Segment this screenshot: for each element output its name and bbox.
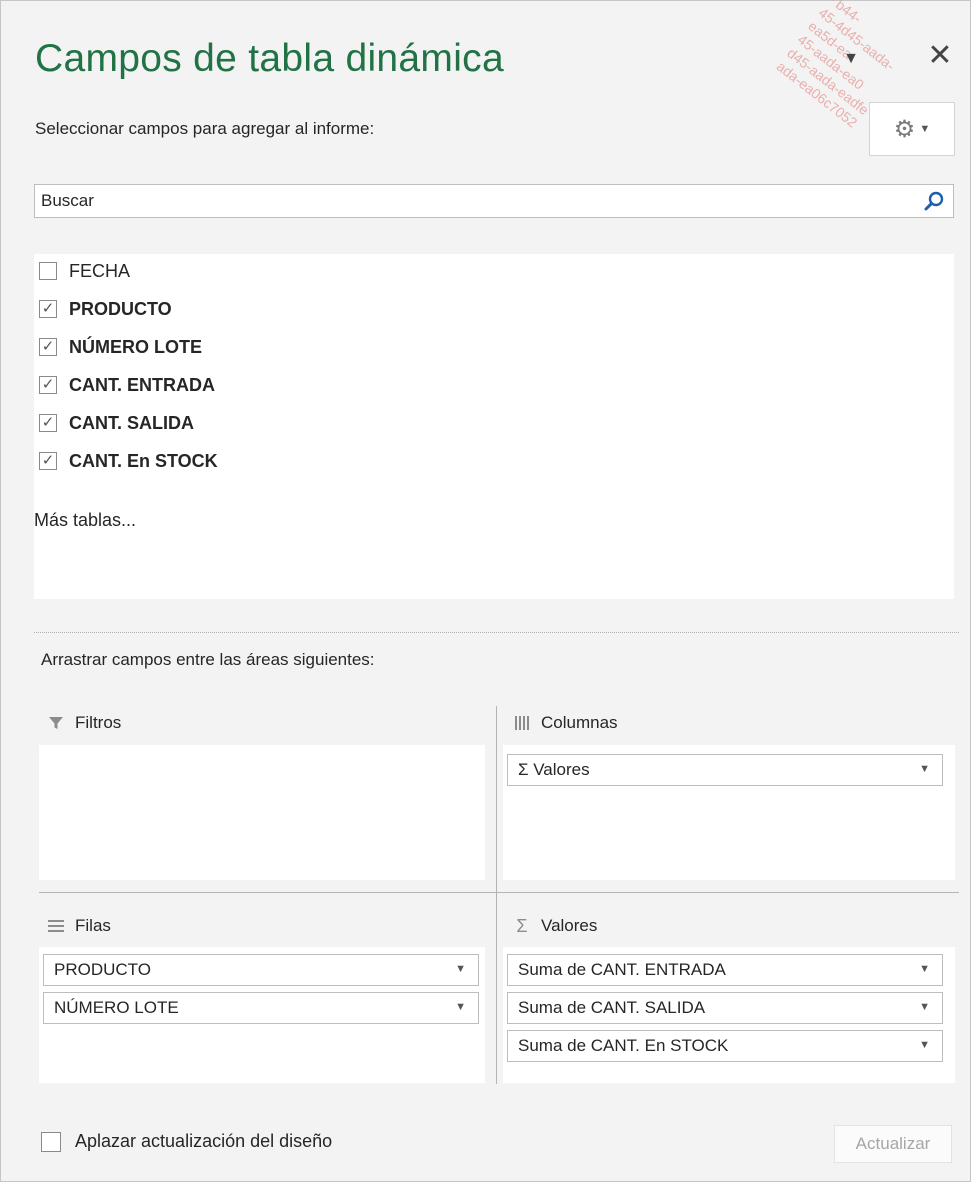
checkmark-icon: ✓ [41, 376, 55, 393]
search-box [34, 184, 954, 218]
field-label: CANT. ENTRADA [69, 374, 215, 395]
section-divider [34, 632, 959, 633]
update-button[interactable]: Actualizar [834, 1125, 952, 1163]
close-button[interactable]: ✕ [925, 41, 955, 71]
defer-layout-label: Aplazar actualización del diseño [75, 1131, 333, 1151]
columns-area-header: Columnas [513, 713, 618, 733]
chevron-down-icon: ▼ [919, 123, 931, 135]
sigma-icon: Σ [516, 915, 528, 936]
field-checkbox[interactable]: ✓ [39, 414, 57, 432]
filters-area-label: Filtros [75, 713, 122, 732]
field-label: PRODUCTO [69, 298, 172, 319]
defer-layout-update[interactable]: Aplazar actualización del diseño [41, 1131, 332, 1152]
close-icon: ✕ [927, 39, 953, 72]
field-checkbox[interactable]: ✓ [39, 300, 57, 318]
rows-area-header: Filas [47, 916, 111, 936]
chip-label: Suma de CANT. En STOCK [518, 1036, 729, 1055]
areas-horizontal-divider [39, 892, 959, 893]
chip-label: Σ Valores [518, 760, 590, 779]
chip-label: NÚMERO LOTE [54, 998, 179, 1017]
values-area-header: Σ Valores [513, 916, 597, 936]
field-item-producto[interactable]: ✓ PRODUCTO [39, 298, 172, 320]
field-item-cant-salida[interactable]: ✓ CANT. SALIDA [39, 412, 194, 434]
rows-icon [47, 918, 65, 934]
field-item-cant-en-stock[interactable]: ✓ CANT. En STOCK [39, 450, 218, 472]
chip-label: Suma de CANT. SALIDA [518, 998, 706, 1017]
filter-icon [47, 715, 65, 731]
field-label: CANT. En STOCK [69, 450, 218, 471]
task-pane-options-button[interactable]: ▼ [839, 47, 863, 71]
field-list: FECHA ✓ PRODUCTO ✓ NÚMERO LOTE ✓ CANT. E… [34, 254, 954, 599]
field-item-fecha[interactable]: FECHA [39, 260, 130, 282]
rows-field-chip[interactable]: NÚMERO LOTE ▼ [43, 992, 479, 1024]
field-checkbox[interactable]: ✓ [39, 452, 57, 470]
chevron-down-icon[interactable]: ▼ [919, 1001, 930, 1013]
pivot-field-list-pane: Campos de tabla dinámica - b44- 45-4d45-… [0, 0, 971, 1182]
field-checkbox[interactable] [39, 262, 57, 280]
pane-title: Campos de tabla dinámica [35, 37, 504, 80]
field-label: FECHA [69, 260, 131, 281]
gear-icon: ⚙ [893, 115, 916, 143]
chevron-down-icon: ▼ [843, 50, 859, 67]
chevron-down-icon[interactable]: ▼ [455, 963, 466, 975]
rows-drop-area[interactable]: PRODUCTO ▼ NÚMERO LOTE ▼ [39, 947, 485, 1083]
values-area-label: Valores [541, 916, 598, 935]
columns-drop-area[interactable]: Σ Valores ▼ [503, 745, 955, 880]
areas-vertical-divider [496, 706, 497, 1084]
rows-field-chip[interactable]: PRODUCTO ▼ [43, 954, 479, 986]
choose-fields-label: Seleccionar campos para agregar al infor… [35, 119, 375, 138]
tools-button[interactable]: ⚙ ▼ [869, 102, 955, 156]
field-item-numero-lote[interactable]: ✓ NÚMERO LOTE [39, 336, 202, 358]
checkmark-icon: ✓ [41, 300, 55, 317]
rows-area-label: Filas [75, 916, 111, 935]
chevron-down-icon[interactable]: ▼ [455, 1001, 466, 1013]
defer-layout-checkbox[interactable] [41, 1131, 61, 1152]
field-item-cant-entrada[interactable]: ✓ CANT. ENTRADA [39, 374, 215, 396]
chevron-down-icon[interactable]: ▼ [919, 1039, 930, 1051]
filters-drop-area[interactable] [39, 745, 485, 880]
values-field-chip[interactable]: Suma de CANT. En STOCK ▼ [507, 1030, 943, 1062]
field-checkbox[interactable]: ✓ [39, 376, 57, 394]
checkmark-icon: ✓ [41, 452, 55, 469]
field-label: NÚMERO LOTE [69, 336, 202, 357]
values-field-chip[interactable]: Suma de CANT. SALIDA ▼ [507, 992, 943, 1024]
field-label: CANT. SALIDA [69, 412, 194, 433]
search-input[interactable] [35, 185, 915, 217]
columns-icon [513, 715, 531, 731]
values-field-chip[interactable]: Suma de CANT. ENTRADA ▼ [507, 954, 943, 986]
columns-area-label: Columnas [541, 713, 618, 732]
field-checkbox[interactable]: ✓ [39, 338, 57, 356]
chevron-down-icon[interactable]: ▼ [919, 963, 930, 975]
chip-label: PRODUCTO [54, 960, 151, 979]
checkmark-icon: ✓ [41, 414, 55, 431]
drag-fields-label: Arrastrar campos entre las áreas siguien… [41, 650, 375, 669]
chevron-down-icon[interactable]: ▼ [919, 763, 930, 775]
checkmark-icon: ✓ [41, 338, 55, 355]
search-icon[interactable] [923, 190, 945, 212]
chip-label: Suma de CANT. ENTRADA [518, 960, 726, 979]
more-tables-link[interactable]: Más tablas... [34, 510, 136, 531]
columns-field-chip[interactable]: Σ Valores ▼ [507, 754, 943, 786]
values-drop-area[interactable]: Suma de CANT. ENTRADA ▼ Suma de CANT. SA… [503, 947, 955, 1083]
filters-area-header: Filtros [47, 713, 121, 733]
